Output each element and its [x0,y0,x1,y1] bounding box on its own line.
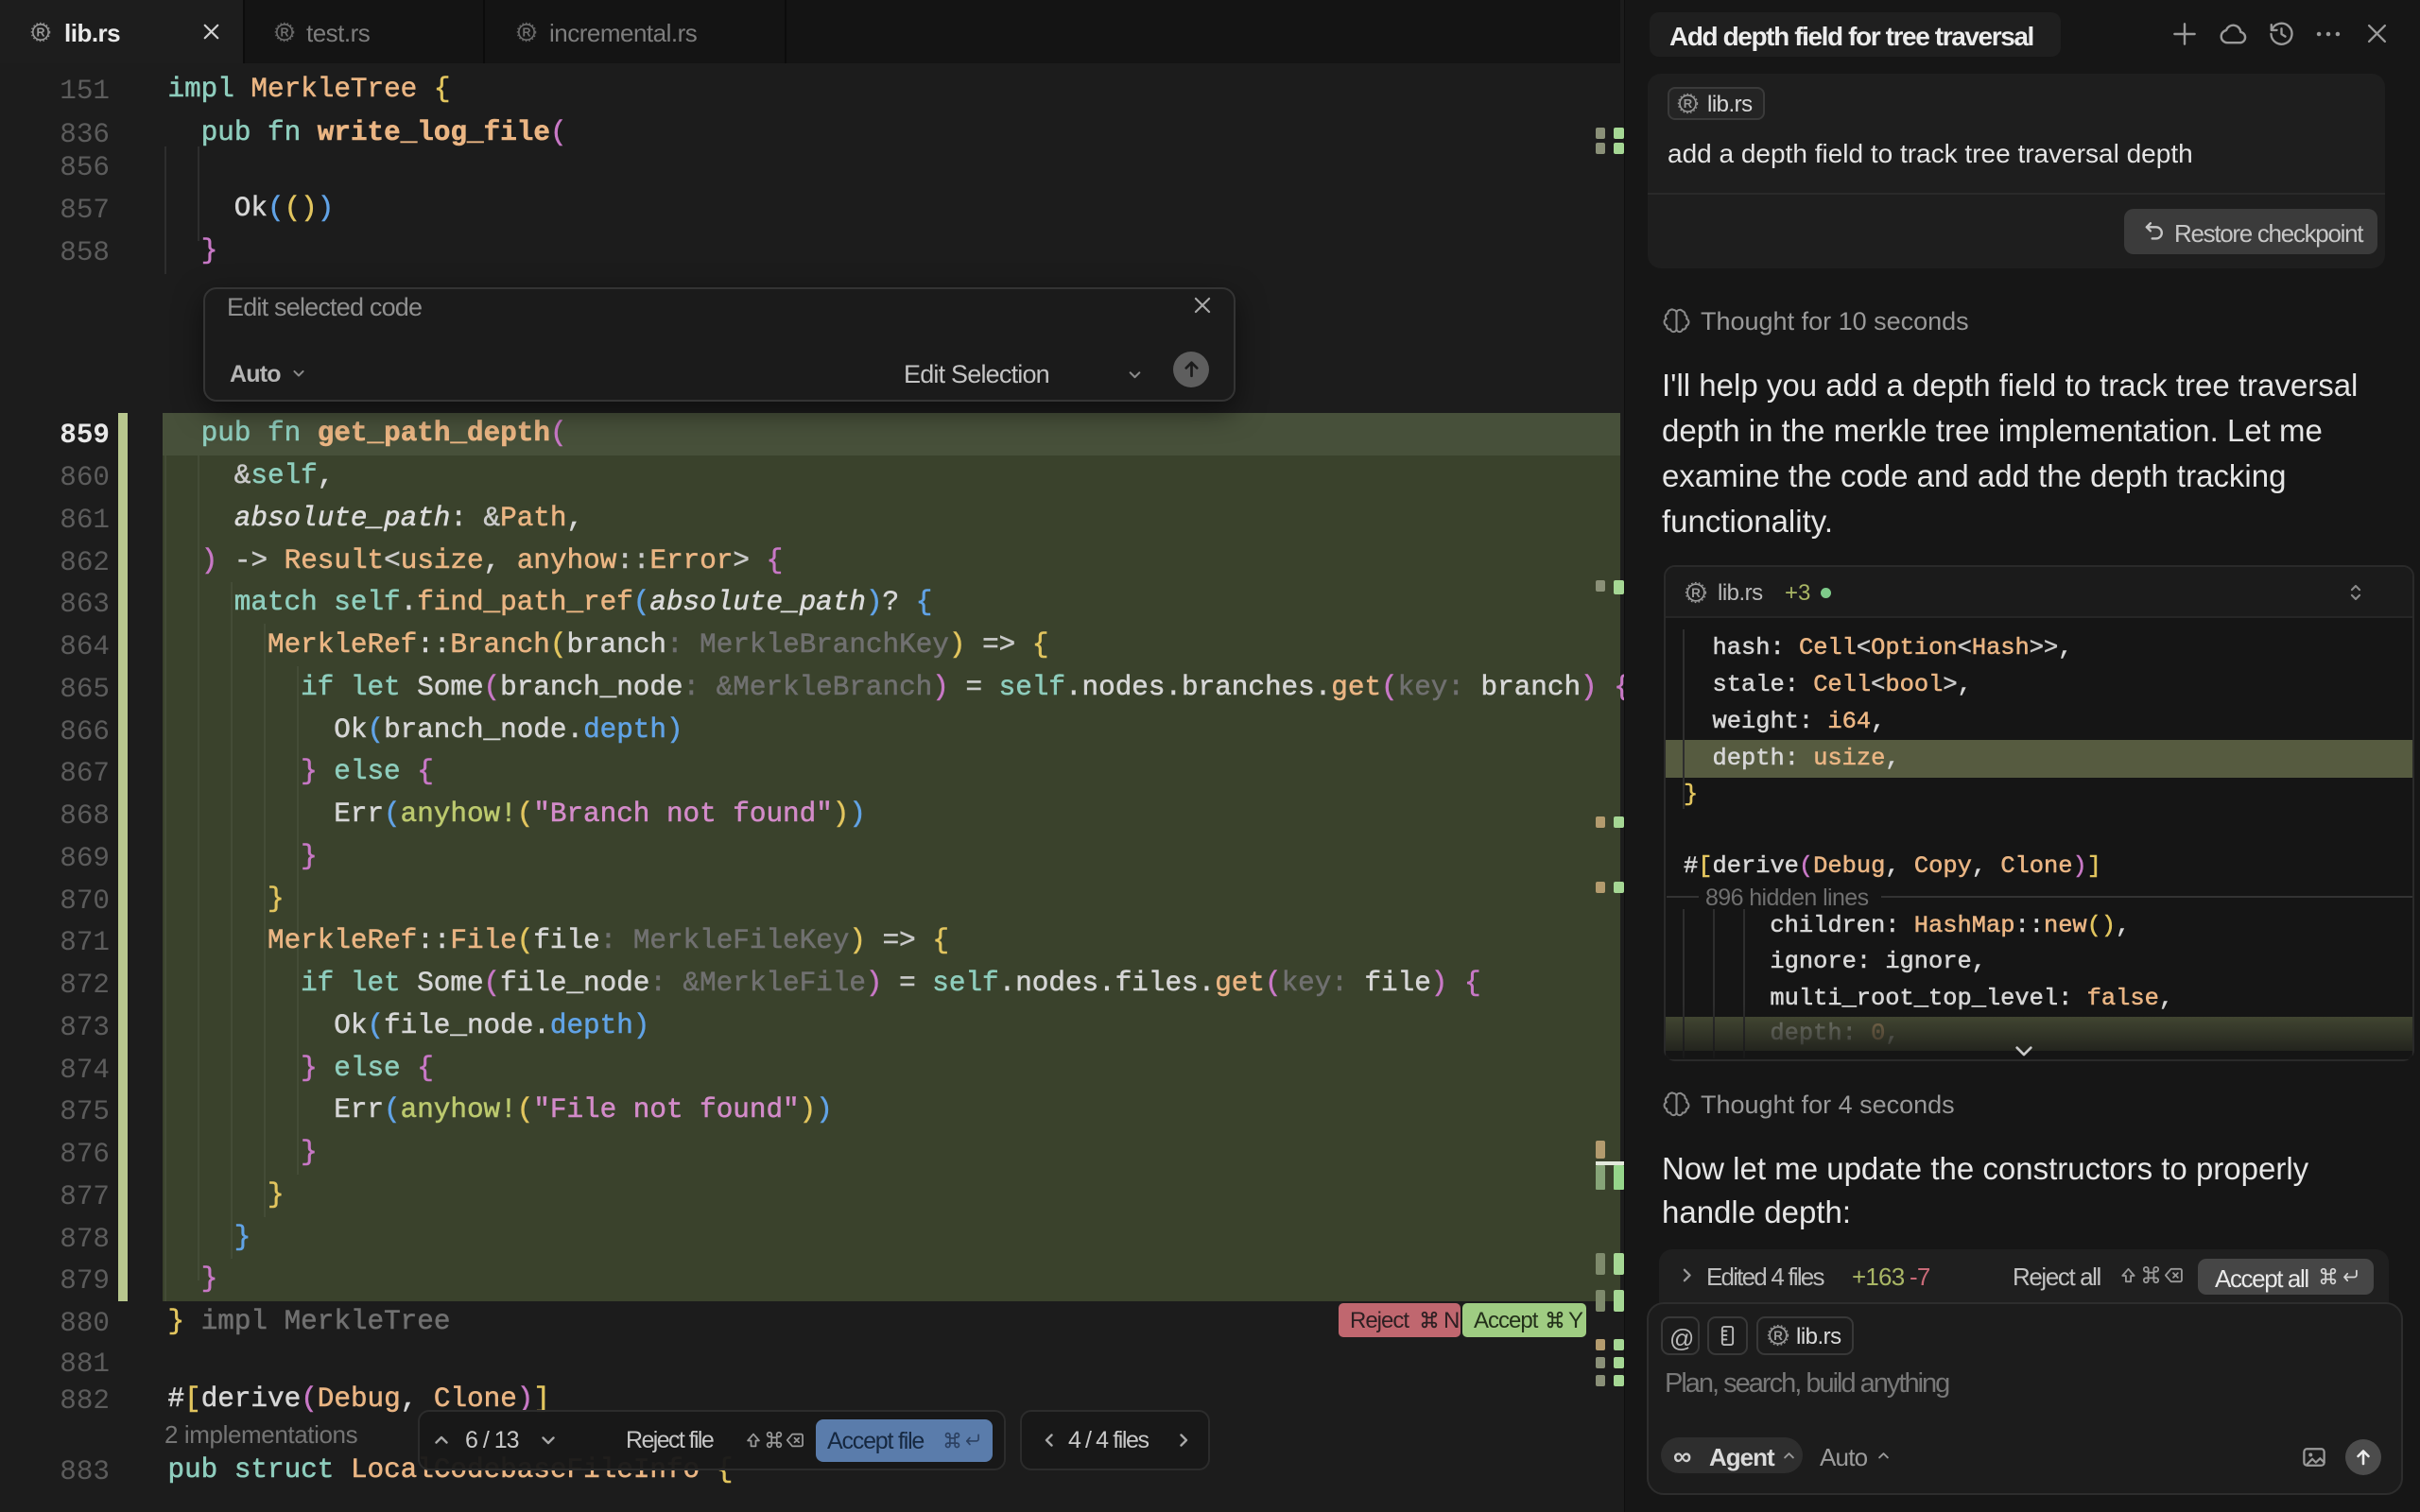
svg-text:R: R [280,26,288,39]
svg-text:R: R [522,26,530,39]
svg-text:R: R [1684,96,1693,111]
svg-text:R: R [36,26,44,39]
svg-text:R: R [1773,1329,1783,1343]
svg-text:R: R [1691,586,1701,600]
